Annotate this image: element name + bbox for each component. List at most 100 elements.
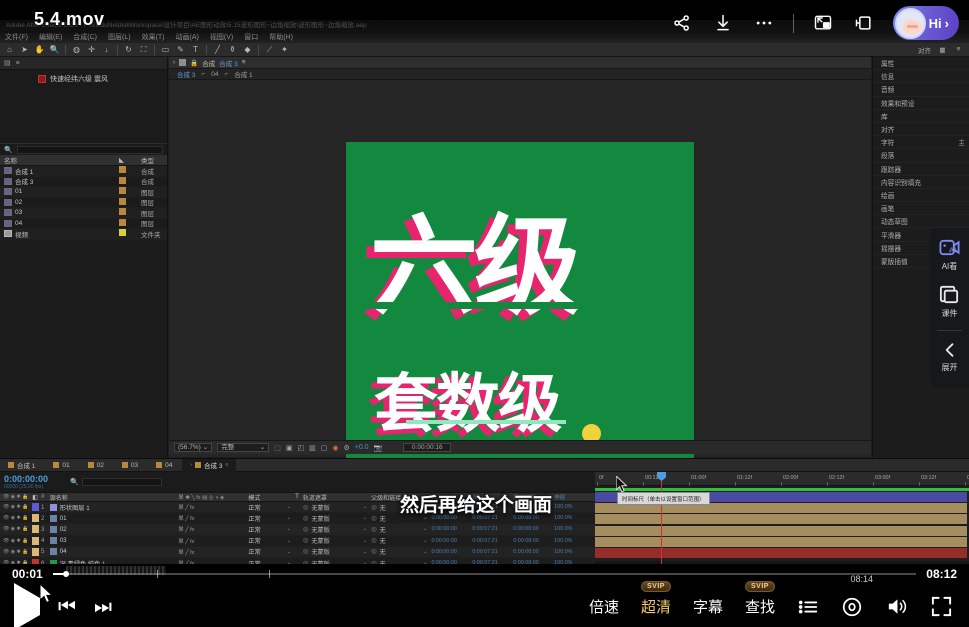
selection-tool-icon[interactable]: ➤ — [20, 45, 29, 54]
layer-color-swatch[interactable] — [32, 514, 41, 522]
zoom-level-dropdown[interactable]: (56.7%) ⌄ — [174, 443, 212, 452]
project-item-color-swatch[interactable] — [119, 219, 141, 228]
puppet-pin-tool-icon[interactable]: ✦ — [280, 45, 289, 54]
layer-in-point[interactable]: 0:00:00:00 — [431, 549, 472, 555]
download-icon[interactable] — [711, 11, 735, 35]
dock-item-ai-watch[interactable]: AI AI看 — [938, 236, 961, 272]
timeline-tabbar[interactable]: 合成 101020304›合成 3≡ — [0, 459, 969, 472]
menu-item-view[interactable]: 视图(V) — [210, 32, 233, 42]
project-search-input[interactable] — [17, 146, 163, 154]
home-tool-icon[interactable]: ⌂ — [5, 45, 14, 54]
properties-panel-row[interactable]: 字符主 — [873, 136, 969, 149]
resolution-dropdown[interactable]: 完整 ⌄ — [217, 443, 269, 452]
chapter-marker-2[interactable] — [269, 570, 270, 578]
menu-item-animation[interactable]: 动画(A) — [176, 32, 199, 42]
menu-item-edit[interactable]: 编辑(E) — [39, 32, 62, 42]
dolly-tool-icon[interactable]: ↓ — [102, 45, 111, 54]
layer-parent[interactable]: ◎无⌄ — [371, 547, 431, 556]
layer-duration[interactable]: 0:00:08:00 — [513, 549, 554, 555]
layer-name-cell[interactable]: 形状图层 1 — [50, 503, 179, 512]
layer-color-swatch[interactable] — [32, 525, 41, 533]
timeline-tab[interactable]: 01 — [45, 459, 77, 472]
layer-mode[interactable]: 正常⌄ — [248, 547, 295, 556]
header-source-name[interactable]: 源名称 — [50, 493, 179, 502]
layer-track-matte[interactable]: ◎无蒙版⌄ — [303, 547, 371, 556]
properties-panel-row[interactable]: 跟踪器 — [873, 163, 969, 176]
project-item-color-swatch[interactable] — [119, 177, 141, 186]
properties-panel-row[interactable]: 内容识别填充 — [873, 176, 969, 189]
timeline-graph-area[interactable]: 0f00:12f01:00f01:12f02:00f02:12f03:00f03… — [595, 472, 969, 566]
properties-panel-row[interactable]: 对齐 — [873, 123, 969, 136]
layer-stretch[interactable]: 100.0% — [554, 549, 595, 555]
play-button[interactable] — [14, 598, 40, 616]
roto-brush-tool-icon[interactable]: ⟋ — [265, 45, 274, 54]
zoom-tool-icon[interactable]: 🔍 — [50, 45, 59, 54]
search-icon[interactable]: 🔍 — [4, 146, 13, 154]
layer-duration[interactable]: 0:00:08:00 — [513, 526, 554, 532]
volume-icon[interactable] — [885, 595, 908, 618]
resolution-chevron-icon[interactable]: ⌄ — [260, 443, 265, 452]
layer-av-toggles[interactable]: 👁 ◉ ✱ 🔒 — [0, 549, 32, 555]
share-icon[interactable] — [670, 11, 694, 35]
header-stretch[interactable]: 伸缩 — [554, 493, 595, 501]
layer-out-point[interactable]: 0:00:07:21 — [472, 549, 513, 555]
layer-color-swatch[interactable] — [32, 503, 41, 511]
properties-panel-row[interactable]: 绘画 — [873, 189, 969, 202]
layer-in-point[interactable]: 0:00:00:00 — [431, 526, 472, 532]
layer-av-toggles[interactable]: 👁 ◉ ✱ 🔒 — [0, 526, 32, 532]
project-item-color-swatch[interactable] — [119, 198, 141, 207]
snapshot-camera-icon[interactable]: 📷 — [374, 444, 383, 452]
timeline-search-icon[interactable]: 🔍 — [70, 478, 79, 486]
progress-thumb[interactable] — [63, 571, 69, 577]
layer-mode[interactable]: 正常⌄ — [248, 514, 295, 523]
menu-item-composition[interactable]: 合成(C) — [73, 32, 97, 42]
brush-tool-icon[interactable]: ╱ — [213, 45, 222, 54]
menu-item-layer[interactable]: 图层(L) — [108, 32, 131, 42]
properties-panel-row[interactable]: 段落 — [873, 149, 969, 162]
project-item[interactable]: 合成 1合成 — [0, 166, 167, 177]
channel-rgb-icon[interactable]: ◉ — [332, 444, 338, 452]
layer-in-point[interactable]: 0:00:00:00 — [431, 538, 472, 544]
timeline-layer-row[interactable]: 👁 ◉ ✱ 🔒302単 ╱ fx正常⌄◎无蒙版⌄◎无⌄0:00:00:000:0… — [0, 524, 595, 535]
menu-item-effect[interactable]: 效果(T) — [142, 32, 165, 42]
layer-switches[interactable]: 単 ╱ fx — [178, 514, 248, 522]
layer-name-cell[interactable]: 02 — [50, 526, 179, 533]
viewer-tab-menu-icon[interactable]: ≡ — [242, 59, 246, 66]
exposure-gear-icon[interactable]: ⚙ — [343, 444, 349, 452]
project-item[interactable]: 视频文件夹 — [0, 229, 167, 240]
header-track-matte[interactable]: 轨道遮罩 — [303, 493, 371, 502]
transparency-grid-icon[interactable]: ▣ — [286, 444, 293, 452]
chapter-marker-1[interactable] — [157, 570, 158, 578]
timeline-layer-bar[interactable] — [595, 548, 967, 558]
properties-panel-row[interactable]: 信息 — [873, 70, 969, 83]
timeline-layer-row[interactable]: 👁 ◉ ✱ 🔒403単 ╱ fx正常⌄◎无蒙版⌄◎无⌄0:00:00:000:0… — [0, 536, 595, 547]
layer-mode[interactable]: 正常⌄ — [248, 525, 295, 534]
layer-switches[interactable]: 単 ╱ fx — [178, 503, 248, 511]
project-item[interactable]: 合成 3合成 — [0, 177, 167, 188]
timeline-layer-row[interactable]: 👁 ◉ ✱ 🔒504単 ╱ fx正常⌄◎无蒙版⌄◎无⌄0:00:00:000:0… — [0, 547, 595, 558]
column-header-name[interactable]: 名称 — [0, 155, 119, 165]
layer-name-cell[interactable]: 03 — [50, 537, 179, 544]
project-item[interactable]: 02图层 — [0, 198, 167, 209]
project-item-color-swatch[interactable] — [119, 166, 141, 175]
user-avatar-pill[interactable]: Hi › — [893, 6, 959, 40]
layer-mode[interactable]: 正常⌄ — [248, 536, 295, 545]
layer-color-swatch[interactable] — [32, 537, 41, 545]
project-tab-icon[interactable]: ▤ — [4, 59, 11, 67]
pip-icon[interactable] — [811, 11, 835, 35]
layer-track-matte[interactable]: ◎无蒙版⌄ — [303, 525, 371, 534]
anchor-point-tool-icon[interactable]: ⛶ — [139, 45, 148, 54]
pan-tool-icon[interactable]: ✛ — [87, 45, 96, 54]
viewer-canvas[interactable]: 六级 六级 套数级 套数级 — [169, 80, 871, 440]
viewer-breadcrumb[interactable]: 合成 3 ⌐ 04 ⌐ 合成 1 — [169, 69, 871, 80]
properties-panel-row[interactable]: 库 — [873, 110, 969, 123]
project-panel-tabbar[interactable]: ▤ ≡ — [0, 57, 167, 70]
progress-bar[interactable] — [53, 573, 916, 575]
layer-av-toggles[interactable]: 👁 ◉ ✱ 🔒 — [0, 538, 32, 544]
more-icon[interactable] — [752, 11, 776, 35]
layer-track-matte[interactable]: ◎无蒙版⌄ — [303, 503, 371, 512]
layer-mode[interactable]: 正常⌄ — [248, 503, 295, 512]
workspace-grid-icon[interactable]: ▦ — [938, 45, 947, 54]
workspace-menu-icon[interactable]: ≡ — [954, 45, 963, 54]
viewer-tab-collapse-icon[interactable]: ‹ — [173, 59, 175, 66]
